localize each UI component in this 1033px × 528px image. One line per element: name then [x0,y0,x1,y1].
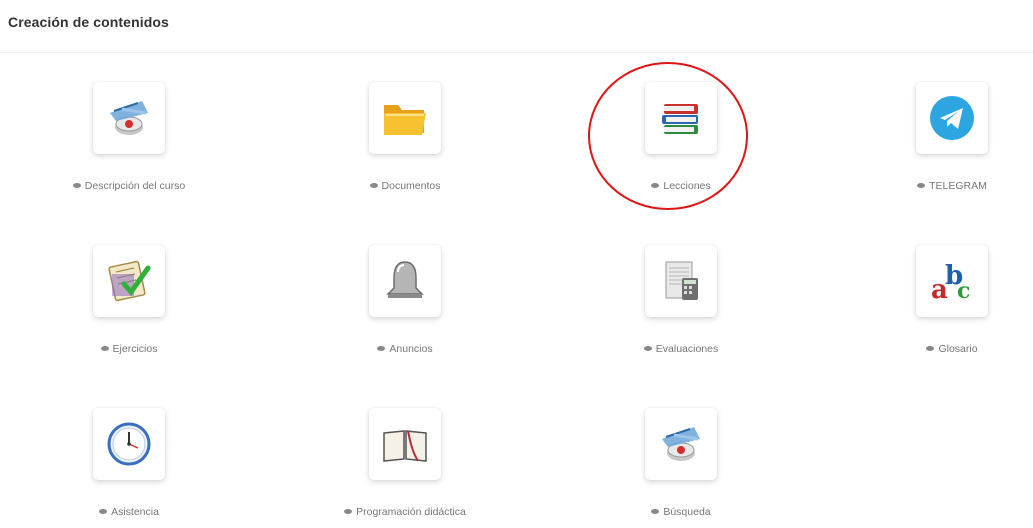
open-book-icon[interactable] [369,408,441,480]
eye-icon [369,182,378,188]
tool-anuncios[interactable]: Anuncios [310,245,500,365]
tool-documentos[interactable]: Documentos [310,82,500,202]
compass-icon[interactable] [93,82,165,154]
svg-text:c: c [957,278,970,304]
clock-icon[interactable] [93,408,165,480]
eye-icon [651,508,660,514]
tool-label: Descripción del curso [84,180,186,192]
tool-label: Ejercicios [112,343,158,355]
books-icon[interactable] [645,82,717,154]
eye-icon [99,508,108,514]
checklist-icon[interactable] [93,245,165,317]
tool-label: TELEGRAM [929,180,987,192]
tool-glosario[interactable]: a b c Glosario [857,245,1033,365]
tool-ejercicios[interactable]: Ejercicios [34,245,224,365]
eye-icon [643,345,652,351]
section-divider [0,52,1033,53]
tool-label: Evaluaciones [655,343,719,355]
folder-icon[interactable] [369,82,441,154]
bell-icon[interactable] [369,245,441,317]
tool-descripcion-del-curso[interactable]: Descripción del curso [34,82,224,202]
eye-icon [377,345,386,351]
tool-label: Documentos [381,180,441,192]
section-title: Creación de contenidos [8,14,169,30]
tool-label: Programación didáctica [356,506,466,518]
eye-icon [344,508,353,514]
tool-telegram[interactable]: TELEGRAM [857,82,1033,202]
tool-label: Asistencia [111,506,159,518]
eye-icon [926,345,935,351]
tool-programacion-didactica[interactable]: Programación didáctica [310,408,500,528]
tool-label: Lecciones [663,180,711,192]
tool-lecciones[interactable]: Lecciones [586,82,776,202]
eye-icon [651,182,660,188]
eye-icon [72,182,81,188]
abc-icon[interactable]: a b c [916,245,988,317]
tool-label: Búsqueda [663,506,711,518]
tool-label: Anuncios [389,343,433,355]
eye-icon [100,345,109,351]
tool-label: Glosario [938,343,978,355]
tool-evaluaciones[interactable]: Evaluaciones [586,245,776,365]
tool-busqueda[interactable]: Búsqueda [586,408,776,528]
calculator-icon[interactable] [645,245,717,317]
compass-icon[interactable] [645,408,717,480]
telegram-icon[interactable] [916,82,988,154]
eye-icon [917,182,926,188]
tool-asistencia[interactable]: Asistencia [34,408,224,528]
